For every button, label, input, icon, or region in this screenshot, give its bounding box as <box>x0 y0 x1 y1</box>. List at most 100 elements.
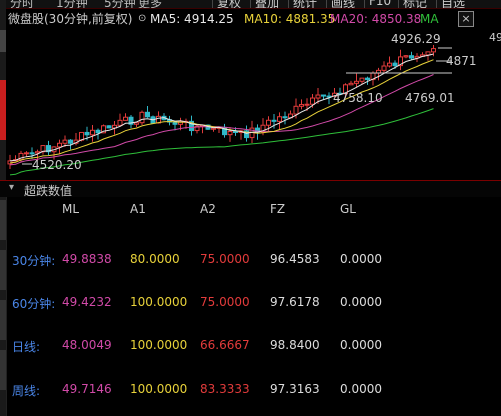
candle-body <box>315 94 321 99</box>
row-label: 30分钟: <box>12 254 56 268</box>
candle-body <box>95 129 101 134</box>
indicator-table-header: ML A1 A2 FZ GL <box>0 202 501 218</box>
candle-body <box>403 55 409 58</box>
low-right-price-label: 4769.01 <box>405 91 455 105</box>
table-row: 周线: 49.7146 100.0000 83.3333 97.3163 0.0… <box>0 382 501 398</box>
candle-body <box>134 122 139 125</box>
candle-body <box>321 94 326 97</box>
stock-chart-window: 分时 1分钟 5分钟 更多 复权 叠加 统计 画线 F10 标记 自选 微盘股(… <box>0 0 501 416</box>
candle-body <box>348 82 354 86</box>
candle-body <box>266 119 271 126</box>
ma20-value: MA20: 4850.38 <box>330 12 422 26</box>
cell-fz: 97.6178 <box>270 295 320 309</box>
candle-body <box>62 139 68 144</box>
candle-group <box>7 44 436 170</box>
table-row: 60分钟: 49.4232 100.0000 75.0000 97.6178 0… <box>0 295 501 311</box>
ma5-line <box>9 53 434 162</box>
low-left-price-label: 4758.10 <box>333 91 383 105</box>
candle-body <box>282 116 288 119</box>
candle-body <box>106 125 112 129</box>
cell-ml: 49.8838 <box>62 252 112 266</box>
ma5-value: MA5: 4914.25 <box>150 12 234 26</box>
cell-ml: 49.4232 <box>62 295 112 309</box>
high-price-label: 4926.29 <box>391 32 441 46</box>
cell-fz: 96.4583 <box>270 252 320 266</box>
candle-body <box>271 119 277 122</box>
stats-button[interactable]: 统计 <box>288 0 317 8</box>
min-price-label: 4520.20 <box>32 158 82 172</box>
adjust-button[interactable]: 复权 <box>212 0 241 8</box>
f10-button[interactable]: F10 <box>364 0 391 8</box>
period-tab-5min[interactable]: 5分钟 <box>104 0 136 8</box>
overlay-button[interactable]: 叠加 <box>250 0 279 8</box>
candle-body <box>24 152 29 155</box>
cell-a2: 75.0000 <box>200 295 250 309</box>
cell-a1: 100.0000 <box>130 295 188 309</box>
candle-body <box>304 103 310 106</box>
row-label: 周线: <box>12 384 41 398</box>
candle-body <box>293 105 299 115</box>
cell-gl: 0.0000 <box>340 382 382 396</box>
period-tab-more[interactable]: 更多 <box>138 0 162 8</box>
period-toolbar: 分时 1分钟 5分钟 更多 复权 叠加 统计 画线 F10 标记 自选 <box>6 0 501 9</box>
cell-a2: 66.6667 <box>200 338 250 352</box>
candle-body <box>211 127 216 130</box>
cell-ml: 49.7146 <box>62 382 112 396</box>
cell-a1: 100.0000 <box>130 338 188 352</box>
candle-body <box>145 111 150 118</box>
candle-body <box>354 80 359 84</box>
cell-a2: 83.3333 <box>200 382 250 396</box>
column-a1: A1 <box>130 202 146 216</box>
watchlist-button[interactable]: 自选 <box>436 0 465 8</box>
candle-body <box>392 62 398 67</box>
cell-fz: 97.3163 <box>270 382 320 396</box>
collapse-toggle-icon[interactable]: ▾ <box>9 183 19 193</box>
candle-body <box>35 151 40 154</box>
candle-body <box>359 77 365 82</box>
column-gl: GL <box>340 202 356 216</box>
cell-gl: 0.0000 <box>340 295 382 309</box>
ma60-label: MA <box>420 12 439 26</box>
row-label: 60分钟: <box>12 297 56 311</box>
candle-body <box>90 129 95 136</box>
cell-a2: 75.0000 <box>200 252 250 266</box>
candle-body <box>310 97 315 105</box>
period-tab-1min[interactable]: 1分钟 <box>56 0 88 8</box>
column-a2: A2 <box>200 202 216 216</box>
table-row: 日线: 48.0049 100.0000 66.6667 98.8400 0.0… <box>0 338 501 354</box>
period-tab-timeshare[interactable]: 分时 <box>10 0 34 8</box>
mark-button[interactable]: 标记 <box>398 0 427 8</box>
candle-body <box>84 131 90 136</box>
candle-body <box>431 48 436 53</box>
column-ml: ML <box>62 202 80 216</box>
ma-legend: 微盘股(30分钟,前复权) ⊙ MA5: 4914.25 MA10: 4881.… <box>6 9 501 29</box>
cell-a1: 80.0000 <box>130 252 180 266</box>
chart-title: 微盘股(30分钟,前复权) <box>8 12 133 26</box>
candle-body <box>123 116 128 121</box>
cell-ml: 48.0049 <box>62 338 112 352</box>
candle-body <box>29 152 35 155</box>
candle-body <box>381 65 387 71</box>
candle-body <box>387 62 392 67</box>
ma20-line <box>9 74 434 166</box>
cell-a1: 100.0000 <box>130 382 188 396</box>
candlestick-chart[interactable]: 4926.29 4871 4758.10 4769.01 4520.20 <box>6 29 501 179</box>
cell-gl: 0.0000 <box>340 252 382 266</box>
candle-body <box>139 111 145 124</box>
draw-button[interactable]: 画线 <box>326 0 355 8</box>
close-icon[interactable]: × <box>458 11 474 27</box>
cell-fz: 98.8400 <box>270 338 320 352</box>
ma10-line <box>9 59 434 164</box>
legend-dropdown-icon[interactable]: ⊙ <box>138 9 146 29</box>
candle-body <box>299 104 304 107</box>
candle-body <box>233 130 238 133</box>
candle-body <box>365 77 370 81</box>
indicator-panel-header: ▾ 超跌数值 <box>0 180 501 198</box>
indicator-panel-title: 超跌数值 <box>24 184 73 198</box>
candle-body <box>425 51 431 56</box>
column-fz: FZ <box>270 202 286 216</box>
table-row: 30分钟: 49.8838 80.0000 75.0000 96.4583 0.… <box>0 252 501 268</box>
candle-body <box>409 55 414 59</box>
cell-gl: 0.0000 <box>340 338 382 352</box>
candle-body <box>227 130 233 136</box>
